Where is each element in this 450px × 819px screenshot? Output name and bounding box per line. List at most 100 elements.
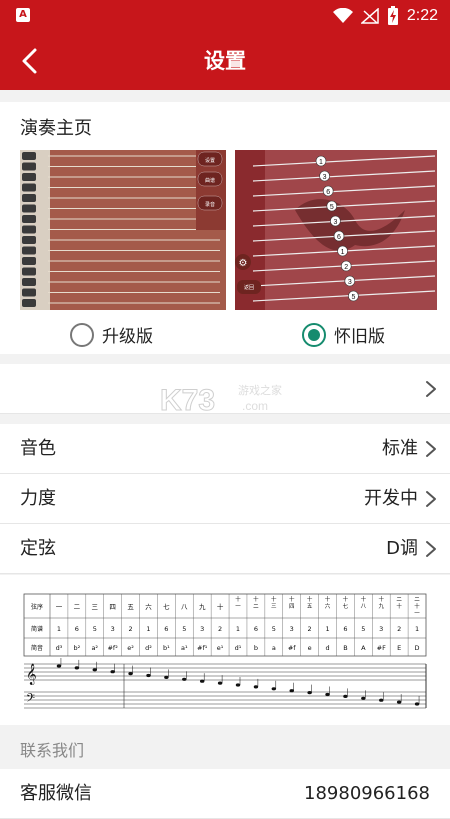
- option-upgraded-label: 升级版: [102, 327, 153, 347]
- watermark-site: 游戏之家: [238, 383, 282, 397]
- strength-label: 力度: [20, 488, 56, 509]
- note-head: [343, 694, 348, 698]
- table-cell: 十: [217, 602, 224, 611]
- table-row-label: 简音: [31, 644, 43, 652]
- table-cell: 九: [199, 602, 206, 611]
- note-head: [396, 700, 402, 704]
- table-cell: 十: [307, 595, 313, 603]
- preview-button-return: 返回: [244, 284, 254, 291]
- table-cell: 十: [271, 595, 277, 603]
- table-cell: e²: [127, 644, 134, 652]
- radio-classic[interactable]: [302, 322, 326, 347]
- table-cell: 3: [290, 625, 294, 633]
- app-notification-icon: A: [16, 8, 30, 22]
- table-cell: b²: [73, 644, 80, 652]
- table-cell: #f: [288, 644, 296, 652]
- table-cell: 九: [378, 602, 384, 610]
- option-classic[interactable]: 怀旧版: [302, 322, 385, 347]
- table-cell: 2: [218, 625, 222, 633]
- table-cell: 六: [145, 602, 152, 611]
- timbre-label: 音色: [20, 438, 56, 459]
- bridge-number: 5: [351, 294, 355, 301]
- upgraded-version-preview[interactable]: 设置 曲谱 录音: [20, 150, 226, 310]
- wechat-value: 18980966168: [304, 783, 430, 804]
- table-cell: 五: [127, 603, 134, 611]
- table-cell: 十: [414, 602, 420, 610]
- bridge-number: 3: [348, 279, 352, 286]
- bridge-number: 2: [344, 264, 348, 271]
- string-peg: [22, 215, 36, 223]
- table-cell: 2: [129, 625, 133, 633]
- table-cell: 1: [146, 625, 150, 633]
- table-cell: 3: [379, 625, 383, 633]
- tuning-row[interactable]: 定弦 D调: [0, 524, 450, 574]
- table-cell: 四: [289, 603, 295, 610]
- table-cell: 5: [361, 625, 365, 633]
- option-upgraded[interactable]: 升级版: [70, 322, 153, 347]
- note-head: [379, 698, 384, 702]
- table-cell: 1: [236, 625, 240, 633]
- timbre-value: 标准: [382, 438, 418, 459]
- note-head: [56, 664, 62, 668]
- note-head: [146, 673, 151, 678]
- battery-charging-icon: [387, 6, 398, 25]
- table-cell: 5: [93, 625, 97, 633]
- table-row-label: 弦序: [31, 603, 43, 611]
- table-cell: 八: [361, 604, 367, 610]
- table-cell: 二: [253, 604, 259, 610]
- note-head: [110, 670, 115, 674]
- table-row-label: 简谱: [31, 625, 43, 633]
- wifi-icon: [332, 8, 353, 23]
- note-head: [325, 692, 330, 697]
- table-cell: 三: [92, 603, 99, 611]
- string-peg: [22, 194, 36, 202]
- note-head: [414, 702, 420, 706]
- table-cell: 一: [56, 603, 63, 611]
- status-time: 2:22: [406, 7, 438, 24]
- treble-clef-icon: 𝄞: [26, 664, 37, 685]
- preview-button-record: 录音: [205, 201, 215, 208]
- chevron-right-icon: [426, 441, 436, 457]
- table-cell: 十: [253, 595, 259, 603]
- table-cell: 二: [74, 603, 81, 611]
- note-head: [199, 679, 205, 683]
- note-head: [164, 675, 169, 679]
- status-bar: A 2:22: [0, 0, 450, 32]
- play-home-title: 演奏主页: [20, 118, 92, 139]
- wechat-row[interactable]: 客服微信 18980966168: [0, 769, 450, 819]
- table-cell: 6: [75, 625, 79, 633]
- radio-upgraded[interactable]: [70, 322, 94, 347]
- chevron-right-icon: [426, 381, 436, 397]
- contact-section-header: 联系我们: [0, 725, 450, 769]
- classic-version-preview[interactable]: 1 3 6 5 3 6 1 2 3 5 ⚙ 返回: [235, 150, 437, 310]
- tuning-value: D调: [386, 538, 418, 559]
- bridge-number: 5: [330, 204, 334, 211]
- table-cell: d¹: [235, 644, 242, 652]
- string-peg: [22, 278, 36, 286]
- app-bar: 设置: [0, 32, 450, 90]
- timbre-row[interactable]: 音色 标准: [0, 424, 450, 474]
- string-peg: [22, 173, 36, 181]
- table-cell: 七: [343, 602, 349, 610]
- bridge-number: 3: [323, 174, 327, 181]
- note-head: [182, 677, 187, 681]
- watermark-domain: .com: [242, 399, 268, 413]
- option-classic-label: 怀旧版: [334, 327, 385, 347]
- string-peg: [22, 267, 36, 276]
- table-cell: 1: [325, 625, 329, 633]
- table-cell: 七: [163, 602, 170, 611]
- table-cell: 6: [164, 625, 168, 633]
- table-cell: 5: [272, 625, 276, 633]
- table-cell: b: [254, 644, 258, 652]
- back-arrow-icon[interactable]: [14, 44, 48, 78]
- table-cell: a: [272, 644, 276, 652]
- table-cell: 十: [289, 595, 295, 603]
- strength-row[interactable]: 力度 开发中: [0, 474, 450, 524]
- table-cell: e¹: [217, 644, 224, 652]
- note-head: [128, 672, 133, 676]
- string-peg: [22, 236, 36, 244]
- string-peg: [22, 288, 36, 297]
- table-cell: 二: [414, 597, 420, 603]
- table-cell: a¹: [181, 644, 188, 652]
- note-head: [307, 691, 312, 695]
